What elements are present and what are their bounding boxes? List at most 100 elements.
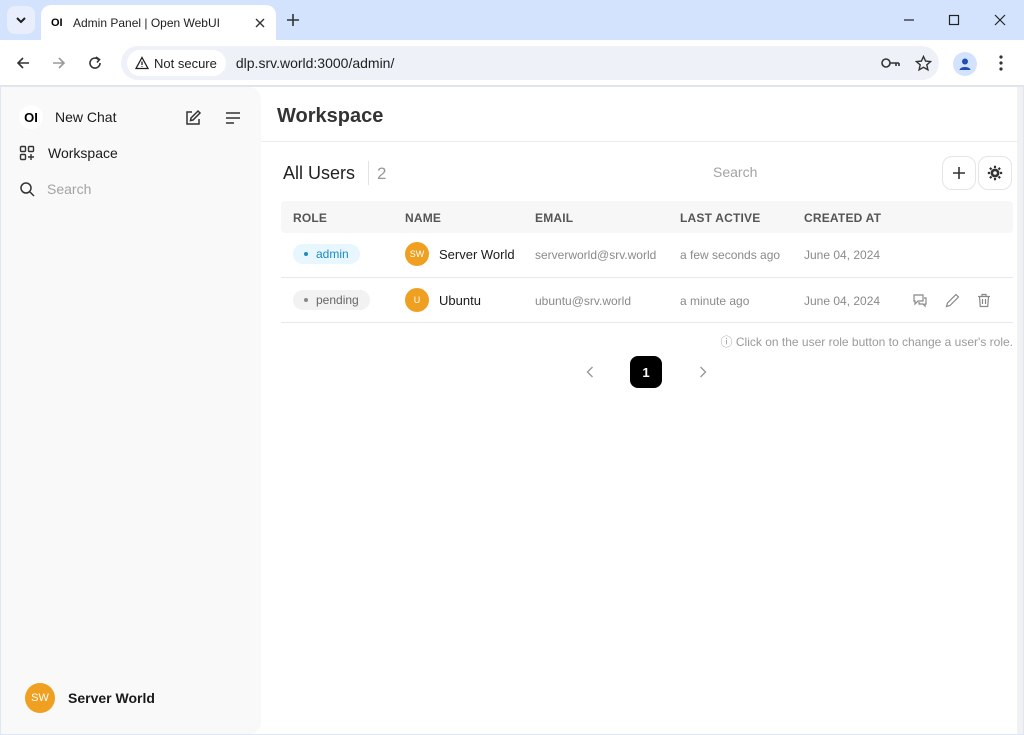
role-badge-button[interactable]: pending <box>293 290 370 310</box>
scrollbar[interactable] <box>1017 87 1023 734</box>
omnibox[interactable]: Not secure dlp.srv.world:3000/admin/ <box>121 46 939 80</box>
chevron-left-icon <box>586 366 593 378</box>
sidebar-search[interactable]: Search <box>19 181 91 197</box>
column-header-name[interactable]: NAME <box>405 211 441 225</box>
minimize-icon <box>904 19 914 21</box>
column-header-role[interactable]: ROLE <box>293 211 327 225</box>
plus-icon <box>287 14 299 26</box>
page-title: Workspace <box>277 105 384 127</box>
star-icon <box>914 54 932 71</box>
workspace-label: Workspace <box>48 145 118 161</box>
prev-page-button[interactable] <box>581 363 599 381</box>
tab-search-button[interactable] <box>7 6 35 34</box>
user-count: 2 <box>377 164 387 183</box>
new-chat-button[interactable]: OI New Chat <box>19 105 116 129</box>
close-window-button[interactable] <box>977 0 1023 40</box>
chat-bubbles-icon <box>913 294 927 308</box>
table-header: ROLE NAME EMAIL LAST ACTIVE CREATED AT <box>281 201 1013 233</box>
user-created-at: June 04, 2024 <box>804 248 881 262</box>
user-name: Server World <box>439 247 515 262</box>
warning-icon <box>135 56 149 70</box>
sidebar-item-workspace[interactable]: Workspace <box>19 145 118 161</box>
more-vertical-icon <box>999 55 1003 71</box>
sidebar-toggle-button[interactable] <box>222 107 244 129</box>
maximize-icon <box>948 14 960 26</box>
page-button-current[interactable]: 1 <box>630 356 662 388</box>
user-created-at: June 04, 2024 <box>804 294 881 308</box>
sidebar: OI New Chat Workspace Search SW Server W… <box>1 87 261 734</box>
address-bar: Not secure dlp.srv.world:3000/admin/ <box>0 40 1024 86</box>
pencil-icon <box>945 293 959 307</box>
site-info-chip[interactable]: Not secure <box>127 50 226 76</box>
tab-strip: OI Admin Panel | Open WebUI <box>0 0 1024 40</box>
column-header-email[interactable]: EMAIL <box>535 211 573 225</box>
settings-button[interactable] <box>978 156 1012 190</box>
user-search-input[interactable]: Search <box>713 164 757 180</box>
delete-user-button[interactable] <box>975 291 993 309</box>
chevron-right-icon <box>700 366 707 378</box>
column-header-created-at[interactable]: CREATED AT <box>804 211 881 225</box>
compose-button[interactable] <box>182 107 204 129</box>
reload-icon <box>89 56 101 69</box>
next-page-button[interactable] <box>694 363 712 381</box>
openwebui-logo: OI <box>19 105 43 129</box>
bookmark-button[interactable] <box>907 54 939 72</box>
plus-icon <box>953 167 965 179</box>
arrow-left-icon <box>16 57 29 69</box>
role-help-note: ⓘ Click on the user role button to chang… <box>720 335 1013 349</box>
user-email: ubuntu@srv.world <box>535 294 631 308</box>
avatar: U <box>405 288 429 312</box>
divider <box>368 161 369 185</box>
pencil-square-icon <box>186 109 202 125</box>
url-text[interactable]: dlp.srv.world:3000/admin/ <box>236 55 875 71</box>
browser-menu-button[interactable] <box>990 52 1012 74</box>
close-icon <box>255 18 265 27</box>
tab-favicon: OI <box>51 16 63 29</box>
edit-user-button[interactable] <box>943 291 961 309</box>
table-row: admin SW Server World serverworld@srv.wo… <box>281 233 1013 278</box>
new-tab-button[interactable] <box>282 9 304 31</box>
user-email: serverworld@srv.world <box>535 248 657 262</box>
add-user-button[interactable] <box>942 156 976 190</box>
browser-tab[interactable]: OI Admin Panel | Open WebUI <box>41 5 276 40</box>
arrow-right-icon <box>53 57 66 69</box>
user-menu-button[interactable]: SW Server World <box>25 683 155 713</box>
maximize-button[interactable] <box>931 0 977 40</box>
grid-icon <box>19 145 35 161</box>
role-label: pending <box>316 293 359 307</box>
person-icon <box>959 58 971 70</box>
column-header-last-active[interactable]: LAST ACTIVE <box>680 211 760 225</box>
main-content: Workspace All Users 2 Search ROLE NAME E… <box>261 87 1021 734</box>
close-tab-button[interactable] <box>252 15 268 31</box>
reload-button[interactable] <box>83 51 107 75</box>
section-title: All Users <box>283 163 356 183</box>
table-row: pending U Ubuntu ubuntu@srv.world a minu… <box>281 278 1013 323</box>
app-root: OI New Chat Workspace Search SW Server W… <box>1 87 1021 734</box>
status-dot <box>304 252 308 256</box>
menu-lines-icon <box>226 112 240 124</box>
role-badge-button[interactable]: admin <box>293 244 360 264</box>
status-dot <box>304 298 308 302</box>
user-name: Ubuntu <box>439 293 481 308</box>
view-chats-button[interactable] <box>911 291 929 309</box>
minimize-button[interactable] <box>886 0 932 40</box>
profile-button[interactable] <box>953 52 977 76</box>
avatar: SW <box>25 683 55 713</box>
sidebar-search-input[interactable]: Search <box>47 181 91 197</box>
back-button[interactable] <box>11 51 35 75</box>
key-icon <box>881 58 900 68</box>
user-last-active: a few seconds ago <box>680 248 781 262</box>
user-last-active: a minute ago <box>680 294 750 308</box>
new-chat-label: New Chat <box>55 109 117 125</box>
gear-icon <box>987 165 1003 181</box>
user-name: Server World <box>68 690 155 706</box>
chevron-down-icon <box>16 17 26 24</box>
avatar: SW <box>405 242 429 266</box>
password-key-button[interactable] <box>875 56 907 70</box>
security-label: Not secure <box>154 55 217 71</box>
tab-title: Admin Panel | Open WebUI <box>73 15 220 30</box>
divider <box>261 141 1021 142</box>
forward-button[interactable] <box>47 51 71 75</box>
role-label: admin <box>316 247 349 261</box>
close-icon <box>994 14 1006 26</box>
